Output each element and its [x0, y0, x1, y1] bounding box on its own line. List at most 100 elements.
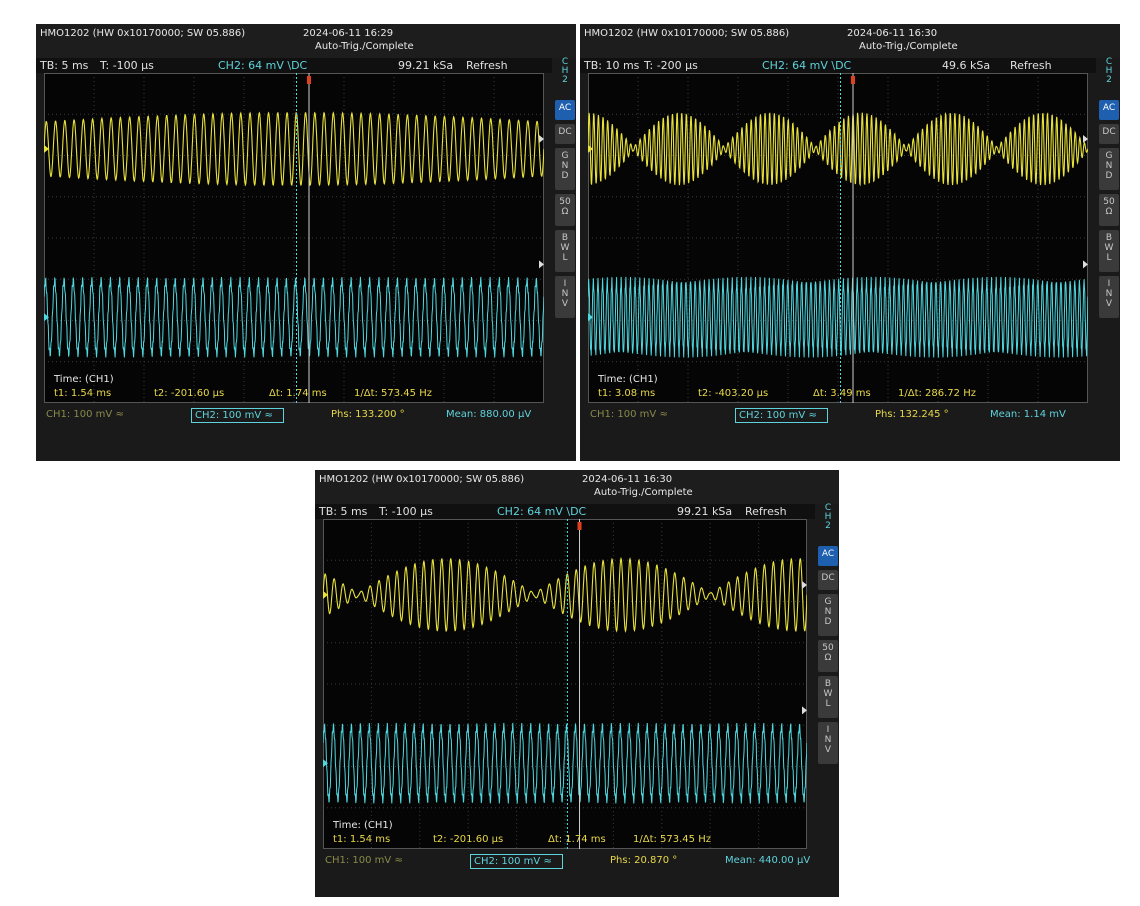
- channel-label: CH2: [1099, 58, 1119, 85]
- mean-measurement: Mean: 880.00 µV: [446, 409, 532, 420]
- capture-datetime: 2024-06-11 16:30: [582, 474, 673, 485]
- instrument-model: HMO1202 (HW 0x10170000; SW 05.886): [40, 28, 246, 39]
- ch2-scale[interactable]: CH2: 100 mV ≈: [470, 854, 563, 869]
- trigger-source-readout[interactable]: CH2: 64 mV \DC: [497, 505, 586, 518]
- ch1-waveform: [588, 111, 1088, 187]
- phase-measurement: Phs: 132.245 °: [875, 409, 949, 420]
- acquisition-bar: TB: 5 ms T: -100 µs CH2: 64 mV \DC 99.21…: [315, 504, 815, 519]
- screen-header: HMO1202 (HW 0x10170000; SW 05.886) 2024-…: [315, 470, 839, 504]
- cursor-time-label: Time: (CH1): [54, 374, 114, 385]
- timebase-readout[interactable]: TB: 10 ms: [584, 59, 639, 72]
- sample-rate-readout: 99.21 kSa: [677, 505, 733, 518]
- cursor-t2-readout: t2: -201.60 µs: [154, 388, 225, 399]
- ch1-scale[interactable]: CH1: 100 mV ≈: [325, 855, 403, 866]
- screen-header: HMO1202 (HW 0x10170000; SW 05.886) 2024-…: [580, 24, 1120, 58]
- channel-label: CH2: [555, 58, 575, 85]
- ch1-waveform: [323, 556, 807, 634]
- waveform-svg: [44, 73, 544, 403]
- channel-status-bar: CH1: 100 mV ≈ CH2: 100 mV ≈ Phs: 133.200…: [36, 408, 552, 424]
- oscilloscope-screen-1: HMO1202 (HW 0x10170000; SW 05.886) 2024-…: [36, 24, 576, 461]
- coupling-button-dc[interactable]: DC: [1099, 124, 1119, 144]
- trigger-time-readout[interactable]: T: -100 µs: [379, 505, 433, 518]
- timebase-readout[interactable]: TB: 5 ms: [40, 59, 88, 72]
- coupling-button-dc[interactable]: DC: [555, 124, 575, 144]
- coupling-button-inv[interactable]: I N V: [555, 276, 575, 318]
- coupling-button-bwl[interactable]: B W L: [818, 676, 838, 718]
- trigger-status: Auto-Trig./Complete: [594, 487, 693, 498]
- cursor-delta-readout: Δt: 1.74 ms: [269, 388, 327, 399]
- cursor-t1-readout: t1: 3.08 ms: [598, 388, 656, 399]
- coupling-button-inv[interactable]: I N V: [818, 722, 838, 764]
- cursor-time-label: Time: (CH1): [598, 374, 658, 385]
- waveform-svg: [588, 73, 1088, 403]
- instrument-model: HMO1202 (HW 0x10170000; SW 05.886): [584, 28, 790, 39]
- coupling-button-50ω[interactable]: 50 Ω: [818, 640, 838, 672]
- coupling-button-ac[interactable]: AC: [818, 546, 838, 566]
- cursor-frequency-readout: 1/Δt: 286.72 Hz: [898, 388, 976, 399]
- channel-status-bar: CH1: 100 mV ≈ CH2: 100 mV ≈ Phs: 20.870 …: [315, 854, 815, 870]
- trigger-status: Auto-Trig./Complete: [315, 41, 414, 52]
- channel-side-panel: CH2 AC DC G N D 50 Ω B W L I N V: [1098, 58, 1120, 398]
- coupling-button-ac[interactable]: AC: [1099, 100, 1119, 120]
- trigger-time-readout[interactable]: T: -200 µs: [644, 59, 698, 72]
- channel-side-panel: CH2 AC DC G N D 50 Ω B W L I N V: [554, 58, 576, 398]
- coupling-button-dc[interactable]: DC: [818, 570, 838, 590]
- instrument-model: HMO1202 (HW 0x10170000; SW 05.886): [319, 474, 525, 485]
- acquisition-bar: TB: 10 ms T: -200 µs CH2: 64 mV \DC 49.6…: [580, 58, 1096, 73]
- ch1-scale[interactable]: CH1: 100 mV ≈: [46, 409, 124, 420]
- ch1-waveform: [44, 111, 544, 187]
- oscilloscope-screen-2: HMO1202 (HW 0x10170000; SW 05.886) 2024-…: [580, 24, 1120, 461]
- trigger-marker: [851, 76, 855, 84]
- acquisition-mode[interactable]: Refresh: [1010, 59, 1052, 72]
- channel-status-bar: CH1: 100 mV ≈ CH2: 100 mV ≈ Phs: 132.245…: [580, 408, 1096, 424]
- coupling-button-bwl[interactable]: B W L: [555, 230, 575, 272]
- cursor-t1-readout: t1: 1.54 ms: [54, 388, 112, 399]
- channel-label-char: 2: [825, 521, 831, 531]
- waveform-display[interactable]: Time: (CH1) t1: 3.08 ms t2: -403.20 µs Δ…: [588, 73, 1088, 403]
- coupling-button-gnd[interactable]: G N D: [1099, 148, 1119, 190]
- trigger-marker: [307, 76, 311, 84]
- ch2-scale[interactable]: CH2: 100 mV ≈: [735, 408, 828, 423]
- oscilloscope-screen-3: HMO1202 (HW 0x10170000; SW 05.886) 2024-…: [315, 470, 839, 897]
- coupling-button-gnd[interactable]: G N D: [818, 594, 838, 636]
- trigger-status: Auto-Trig./Complete: [859, 41, 958, 52]
- capture-datetime: 2024-06-11 16:29: [303, 28, 394, 39]
- ch1-scale[interactable]: CH1: 100 mV ≈: [590, 409, 668, 420]
- cursor-frequency-readout: 1/Δt: 573.45 Hz: [633, 834, 711, 845]
- phase-measurement: Phs: 20.870 °: [610, 855, 678, 866]
- acquisition-mode[interactable]: Refresh: [466, 59, 508, 72]
- trigger-source-readout[interactable]: CH2: 64 mV \DC: [218, 59, 307, 72]
- coupling-button-inv[interactable]: I N V: [1099, 276, 1119, 318]
- cursor-time-label: Time: (CH1): [333, 820, 393, 831]
- channel-label: CH2: [818, 504, 838, 531]
- trigger-time-readout[interactable]: T: -100 µs: [100, 59, 154, 72]
- trigger-source-readout[interactable]: CH2: 64 mV \DC: [762, 59, 851, 72]
- waveform-display[interactable]: Time: (CH1) t1: 1.54 ms t2: -201.60 µs Δ…: [323, 519, 807, 849]
- cursor-t1-readout: t1: 1.54 ms: [333, 834, 391, 845]
- timebase-readout[interactable]: TB: 5 ms: [319, 505, 367, 518]
- sample-rate-readout: 49.6 kSa: [942, 59, 991, 72]
- coupling-button-gnd[interactable]: G N D: [555, 148, 575, 190]
- cursor-t2-readout: t2: -403.20 µs: [698, 388, 769, 399]
- ch2-scale[interactable]: CH2: 100 mV ≈: [191, 408, 284, 423]
- screen-header: HMO1202 (HW 0x10170000; SW 05.886) 2024-…: [36, 24, 576, 58]
- cursor-delta-readout: Δt: 3.49 ms: [813, 388, 871, 399]
- coupling-button-50ω[interactable]: 50 Ω: [1099, 194, 1119, 226]
- mean-measurement: Mean: 440.00 µV: [725, 855, 811, 866]
- capture-datetime: 2024-06-11 16:30: [847, 28, 938, 39]
- cursor-delta-readout: Δt: 1.74 ms: [548, 834, 606, 845]
- phase-measurement: Phs: 133.200 °: [331, 409, 405, 420]
- acquisition-bar: TB: 5 ms T: -100 µs CH2: 64 mV \DC 99.21…: [36, 58, 552, 73]
- cursor-t2-readout: t2: -201.60 µs: [433, 834, 504, 845]
- coupling-button-bwl[interactable]: B W L: [1099, 230, 1119, 272]
- acquisition-mode[interactable]: Refresh: [745, 505, 787, 518]
- mean-measurement: Mean: 1.14 mV: [990, 409, 1066, 420]
- channel-side-panel: CH2 AC DC G N D 50 Ω B W L I N V: [817, 504, 839, 844]
- waveform-display[interactable]: Time: (CH1) t1: 1.54 ms t2: -201.60 µs Δ…: [44, 73, 544, 403]
- waveform-svg: [323, 519, 807, 849]
- cursor-frequency-readout: 1/Δt: 573.45 Hz: [354, 388, 432, 399]
- sample-rate-readout: 99.21 kSa: [398, 59, 454, 72]
- coupling-button-ac[interactable]: AC: [555, 100, 575, 120]
- coupling-button-50ω[interactable]: 50 Ω: [555, 194, 575, 226]
- trigger-marker: [577, 522, 582, 530]
